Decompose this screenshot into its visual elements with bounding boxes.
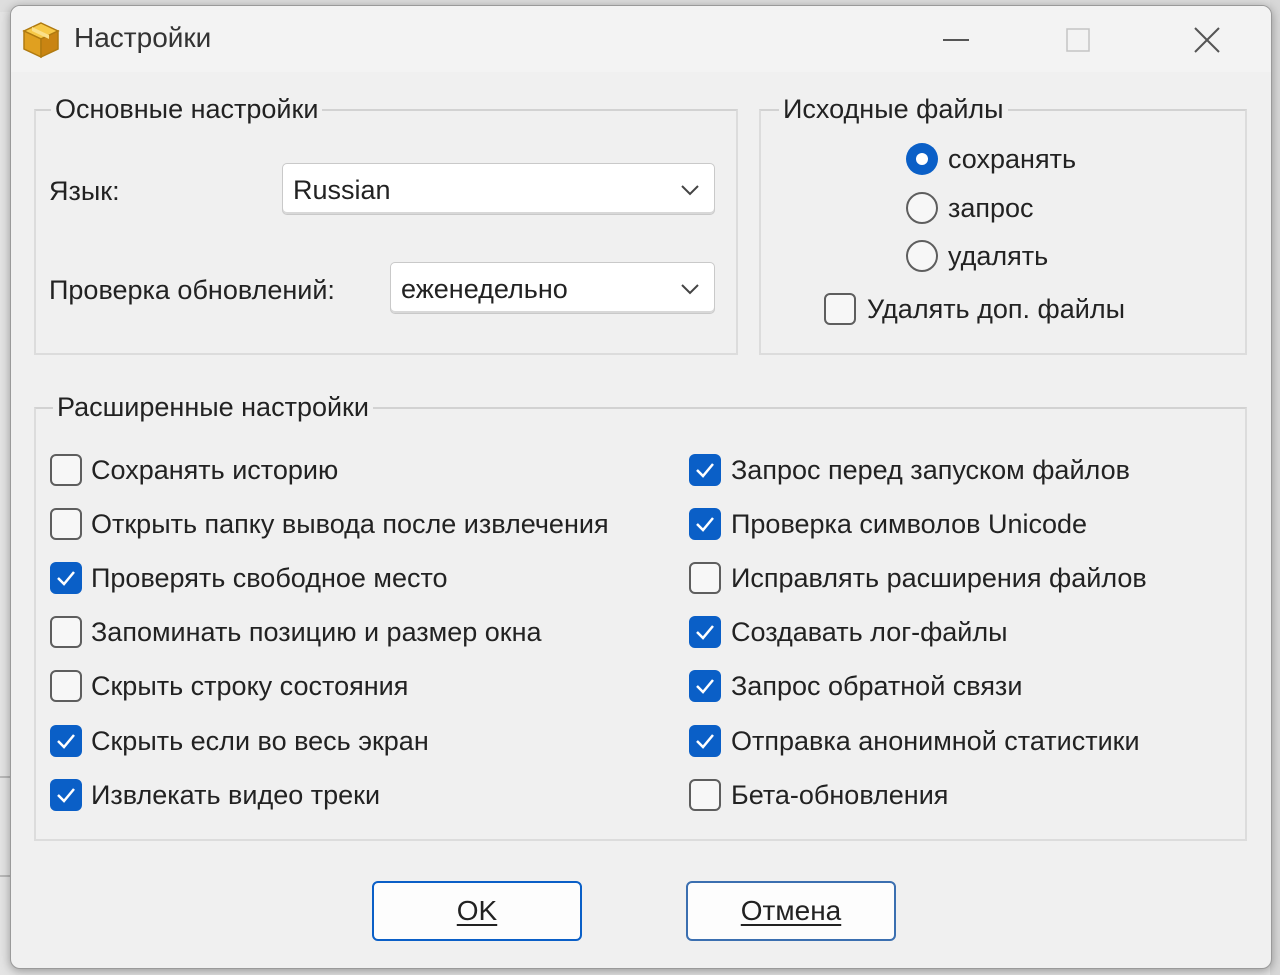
language-label: Язык: xyxy=(49,176,120,206)
minimize-button[interactable] xyxy=(926,16,986,64)
basic-settings-group xyxy=(34,109,738,355)
checkbox-box[interactable] xyxy=(50,454,82,486)
update-check-select[interactable]: еженедельно xyxy=(390,262,715,314)
source-files-legend: Исходные файлы xyxy=(779,92,1008,126)
radio-ask-indicator[interactable] xyxy=(906,192,938,224)
minimize-icon xyxy=(943,39,969,41)
checkbox-label[interactable]: Скрыть строку состояния xyxy=(91,669,408,703)
language-select-value: Russian xyxy=(293,175,391,205)
check-icon xyxy=(57,734,75,749)
background-app-divider xyxy=(0,875,10,877)
checkbox-box[interactable] xyxy=(50,508,82,540)
checkbox-box[interactable] xyxy=(689,670,721,702)
language-select[interactable]: Russian xyxy=(282,163,715,215)
radio-keep-indicator[interactable] xyxy=(906,143,938,175)
checkbox-label[interactable]: Бета-обновления xyxy=(731,778,948,812)
check-icon xyxy=(696,679,714,694)
settings-dialog: Настройки Основные настройки Язык: Russi… xyxy=(10,5,1272,969)
checkbox-box[interactable] xyxy=(50,562,82,594)
checkbox-label[interactable]: Проверять свободное место xyxy=(91,561,448,595)
checkbox-box[interactable] xyxy=(50,616,82,648)
close-button[interactable] xyxy=(1177,16,1237,64)
chevron-down-icon xyxy=(681,185,699,196)
check-icon xyxy=(696,734,714,749)
checkbox-label[interactable]: Запрос обратной связи xyxy=(731,669,1022,703)
check-icon xyxy=(696,517,714,532)
chevron-down-icon xyxy=(681,284,699,295)
checkbox-box[interactable] xyxy=(689,779,721,811)
delete-extra-files-box[interactable] xyxy=(824,293,856,325)
package-box-icon xyxy=(21,20,61,60)
radio-delete-indicator[interactable] xyxy=(906,240,938,272)
delete-extra-files-label[interactable]: Удалять доп. файлы xyxy=(867,292,1125,326)
check-icon xyxy=(696,463,714,478)
checkbox-box[interactable] xyxy=(689,454,721,486)
checkbox-box[interactable] xyxy=(689,616,721,648)
checkbox-label[interactable]: Отправка анонимной статистики xyxy=(731,724,1140,758)
check-icon xyxy=(57,571,75,586)
checkbox-label[interactable]: Извлекать видео треки xyxy=(91,778,380,812)
close-icon xyxy=(1194,27,1220,53)
maximize-icon xyxy=(1066,28,1090,52)
checkbox-label[interactable]: Открыть папку вывода после извлечения xyxy=(91,507,609,541)
checkbox-box[interactable] xyxy=(689,562,721,594)
ok-button[interactable]: OK xyxy=(372,881,582,941)
radio-delete-label[interactable]: удалять xyxy=(948,239,1048,273)
maximize-button[interactable] xyxy=(1048,16,1108,64)
check-icon xyxy=(57,788,75,803)
checkbox-box[interactable] xyxy=(50,779,82,811)
checkbox-box[interactable] xyxy=(689,508,721,540)
advanced-settings-legend: Расширенные настройки xyxy=(53,390,373,424)
title-bar[interactable]: Настройки xyxy=(11,6,1271,72)
checkbox-label[interactable]: Исправлять расширения файлов xyxy=(731,561,1147,595)
window-title: Настройки xyxy=(74,22,212,53)
checkbox-box[interactable] xyxy=(50,725,82,757)
background-app-divider xyxy=(0,776,10,778)
checkbox-label[interactable]: Запрос перед запуском файлов xyxy=(731,453,1130,487)
checkbox-label[interactable]: Сохранять историю xyxy=(91,453,338,487)
update-check-label: Проверка обновлений: xyxy=(49,275,335,305)
radio-keep-label[interactable]: сохранять xyxy=(948,142,1076,176)
radio-ask-label[interactable]: запрос xyxy=(948,191,1034,225)
checkbox-label[interactable]: Запоминать позицию и размер окна xyxy=(91,615,542,649)
checkbox-box[interactable] xyxy=(50,670,82,702)
checkbox-box[interactable] xyxy=(689,725,721,757)
checkbox-label[interactable]: Скрыть если во весь экран xyxy=(91,724,429,758)
cancel-button[interactable]: Отмена xyxy=(686,881,896,941)
update-check-select-value: еженедельно xyxy=(401,274,568,304)
basic-settings-legend: Основные настройки xyxy=(51,92,323,126)
check-icon xyxy=(696,625,714,640)
checkbox-label[interactable]: Создавать лог-файлы xyxy=(731,615,1008,649)
checkbox-label[interactable]: Проверка символов Unicode xyxy=(731,507,1087,541)
